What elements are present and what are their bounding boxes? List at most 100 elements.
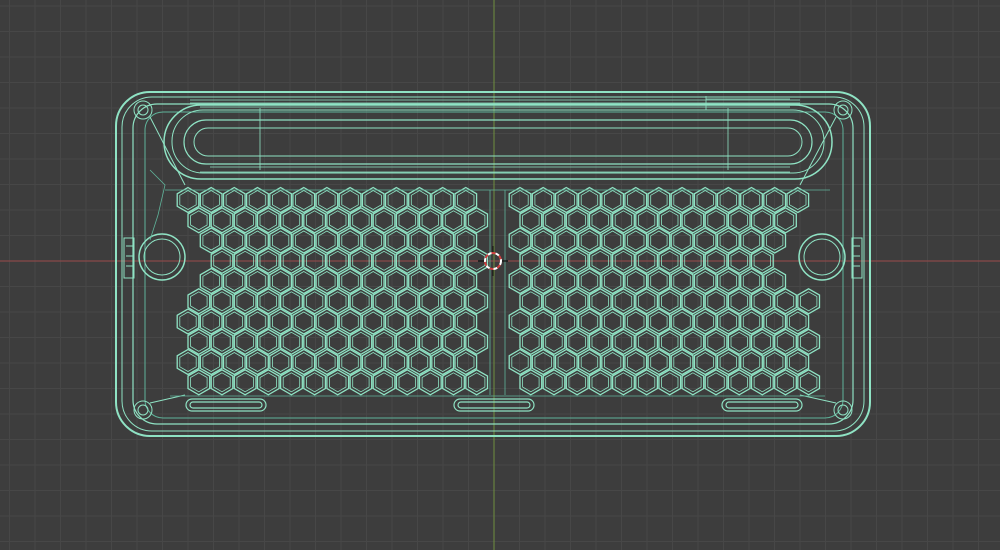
hex-cell xyxy=(305,372,324,393)
hex-cell xyxy=(465,369,489,396)
hex-cell xyxy=(604,352,622,372)
hex-cell xyxy=(647,267,671,295)
hex-cell xyxy=(638,210,656,231)
hex-cell xyxy=(305,291,324,312)
hex-cell xyxy=(256,328,280,356)
hex-cell xyxy=(800,331,818,352)
hex-cell xyxy=(338,348,362,376)
hex-cell xyxy=(742,230,761,251)
hex-cell xyxy=(545,210,563,231)
hex-cell xyxy=(213,372,231,393)
hex-cell xyxy=(233,328,257,356)
hex-cell xyxy=(418,288,442,315)
hex-cell xyxy=(774,328,797,356)
hex-cell xyxy=(766,311,784,332)
hex-cell xyxy=(763,308,787,335)
hex-cell xyxy=(554,308,578,335)
hex-cell xyxy=(693,186,717,214)
hex-cell xyxy=(673,271,691,291)
hex-cell xyxy=(282,372,301,393)
hex-cell xyxy=(341,271,359,291)
hex-cell xyxy=(604,271,622,291)
hex-cell xyxy=(213,291,231,312)
hex-cell xyxy=(614,291,633,312)
hex-cell xyxy=(341,311,359,332)
hex-cell xyxy=(766,352,784,372)
hex-cell xyxy=(361,186,385,214)
hex-cell xyxy=(554,186,578,214)
3d-cursor-icon[interactable] xyxy=(478,246,508,276)
hex-cell xyxy=(693,348,717,376)
hex-cell xyxy=(444,210,463,231)
hex-cell xyxy=(256,369,280,396)
hex-cell xyxy=(797,369,821,396)
hex-cell xyxy=(225,271,243,291)
hex-cell xyxy=(349,247,373,275)
hex-cell xyxy=(531,186,555,214)
hex-cell xyxy=(418,247,442,275)
hex-cell xyxy=(542,328,566,356)
hex-cell xyxy=(398,331,416,352)
hex-cell xyxy=(202,190,220,210)
hex-cell xyxy=(190,291,208,312)
hex-cell xyxy=(580,190,599,210)
hex-cell xyxy=(508,348,532,376)
hex-cell xyxy=(565,288,589,315)
hex-cell xyxy=(222,227,246,254)
hex-cell xyxy=(565,247,589,275)
hex-cell xyxy=(395,247,419,275)
hex-cell xyxy=(611,328,635,356)
hex-cell xyxy=(545,372,563,393)
hex-cell xyxy=(627,352,645,372)
hex-cell xyxy=(614,210,633,231)
mount-hole-right-inner xyxy=(803,238,841,276)
hex-cell xyxy=(624,308,648,335)
hex-cell xyxy=(577,186,601,214)
hex-cell xyxy=(635,247,659,275)
hex-cell xyxy=(661,250,679,271)
hex-cell xyxy=(750,328,774,356)
hex-cell xyxy=(225,311,243,332)
hex-cell xyxy=(789,352,807,372)
hex-cell xyxy=(673,311,691,332)
hex-cell xyxy=(696,230,714,251)
hex-cell xyxy=(635,369,659,396)
hex-cell xyxy=(730,291,748,312)
3d-viewport[interactable] xyxy=(0,0,1000,550)
hex-cell xyxy=(638,331,656,352)
hex-cell xyxy=(433,271,452,291)
hex-cell xyxy=(511,311,529,332)
hex-cell xyxy=(179,311,197,332)
hex-cell xyxy=(233,288,257,315)
hex-cell xyxy=(753,250,771,271)
hex-cell xyxy=(295,352,313,372)
hex-cell xyxy=(542,247,566,275)
hex-cell xyxy=(282,250,301,271)
hex-cell xyxy=(222,267,246,295)
hex-cell xyxy=(176,308,200,335)
hex-cell xyxy=(256,207,280,234)
hex-cell xyxy=(467,372,486,393)
hex-cell xyxy=(292,267,316,295)
hex-cell xyxy=(395,288,419,315)
hex-cell xyxy=(789,190,807,210)
hex-cell xyxy=(786,186,810,214)
hex-cell xyxy=(601,348,625,376)
hex-cell xyxy=(740,186,763,214)
hex-cell xyxy=(259,372,277,393)
hex-cell xyxy=(338,227,362,254)
hex-cell xyxy=(248,271,267,291)
hex-cell xyxy=(604,230,622,251)
hex-cell xyxy=(398,291,416,312)
hex-cell xyxy=(611,247,635,275)
hex-cell xyxy=(670,186,694,214)
hex-cell xyxy=(387,271,406,291)
hex-cell xyxy=(375,210,393,231)
hex-cell xyxy=(248,352,267,372)
hex-cell xyxy=(442,247,465,275)
hex-cell xyxy=(557,311,575,332)
hex-cell xyxy=(202,271,220,291)
hex-cell xyxy=(557,271,575,291)
hex-cell xyxy=(522,250,540,271)
hex-cell xyxy=(190,372,208,393)
